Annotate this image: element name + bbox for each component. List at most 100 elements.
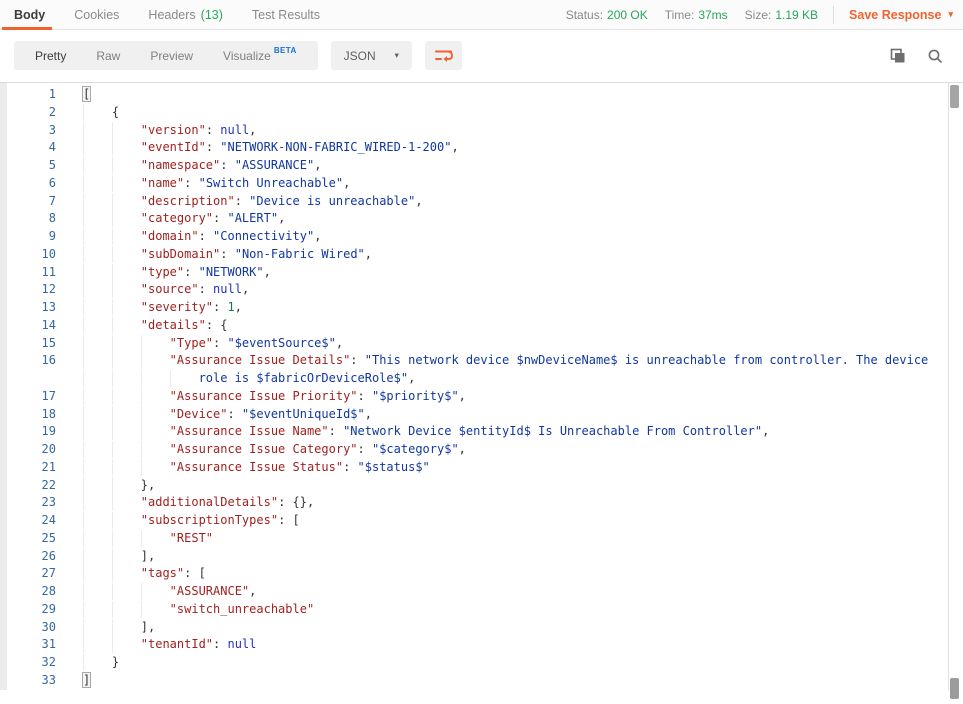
code-line[interactable]: 17"Assurance Issue Priority": "$priority… [7, 388, 947, 406]
code-line[interactable]: 16"Assurance Issue Details": "This netwo… [7, 352, 947, 370]
code-text: "Device": "$eventUniqueId$", [69, 406, 372, 424]
code-text: "Assurance Issue Priority": "$priority$"… [69, 388, 466, 406]
tab-cookies[interactable]: Cookies [74, 0, 119, 29]
wrap-lines-button[interactable] [425, 41, 462, 70]
code-line[interactable]: role is $fabricOrDeviceRole$", [7, 370, 947, 388]
line-number: 30 [7, 619, 69, 637]
indent-guide [141, 583, 170, 600]
indent-guide [112, 530, 141, 547]
code-line[interactable]: 10"subDomain": "Non-Fabric Wired", [7, 246, 947, 264]
code-line[interactable]: 32} [7, 654, 947, 672]
copy-icon [890, 48, 906, 64]
indent-guide [112, 335, 141, 352]
headers-count-badge: (13) [201, 8, 223, 22]
tab-test-results[interactable]: Test Results [252, 0, 320, 29]
line-number: 29 [7, 601, 69, 619]
code-text: "Type": "$eventSource$", [69, 335, 343, 353]
line-number: 24 [7, 512, 69, 530]
search-button[interactable] [927, 48, 943, 64]
code-line[interactable]: 20"Assurance Issue Category": "$category… [7, 441, 947, 459]
tab-headers[interactable]: Headers (13) [148, 0, 222, 29]
code-line[interactable]: 25"REST" [7, 530, 947, 548]
code-text: "REST" [69, 530, 213, 548]
code-line[interactable]: 2{ [7, 104, 947, 122]
indent-guide [112, 157, 141, 174]
view-visualize-button[interactable]: Visualize BETA [208, 41, 312, 70]
size-pair: Size: 1.19 KB [745, 8, 818, 22]
code-line[interactable]: 15"Type": "$eventSource$", [7, 335, 947, 353]
meta-divider [833, 6, 834, 24]
vertical-scrollbar-thumb[interactable] [950, 85, 959, 108]
code-line[interactable]: 21"Assurance Issue Status": "$status$" [7, 459, 947, 477]
tab-cookies-label: Cookies [74, 8, 119, 22]
response-tabs: Body Cookies Headers (13) Test Results [14, 0, 320, 29]
code-line[interactable]: 23"additionalDetails": {}, [7, 494, 947, 512]
copy-button[interactable] [890, 48, 906, 64]
language-dropdown[interactable]: JSON ▾ [331, 41, 412, 70]
code-line[interactable]: 9"domain": "Connectivity", [7, 228, 947, 246]
response-body-editor[interactable]: 1[2{3"version": null,4"eventId": "NETWOR… [0, 82, 963, 690]
code-line[interactable]: 19"Assurance Issue Name": "Network Devic… [7, 423, 947, 441]
code-line[interactable]: 3"version": null, [7, 122, 947, 140]
code-line[interactable]: 7"description": "Device is unreachable", [7, 193, 947, 211]
caret-down-icon: ▾ [948, 9, 953, 20]
line-number: 3 [7, 122, 69, 140]
code-line[interactable]: 6"name": "Switch Unreachable", [7, 175, 947, 193]
code-text: "tenantId": null [69, 636, 256, 654]
tab-body[interactable]: Body [14, 0, 45, 29]
indent-guide [141, 352, 170, 369]
code-text: "subscriptionTypes": [ [69, 512, 300, 530]
indent-guide [83, 335, 112, 352]
code-text: ] [69, 672, 90, 690]
code-line[interactable]: 5"namespace": "ASSURANCE", [7, 157, 947, 175]
line-number: 6 [7, 175, 69, 193]
editor-left-gutter-strip [0, 83, 7, 690]
code-line[interactable]: 11"type": "NETWORK", [7, 264, 947, 282]
code-line[interactable]: 27"tags": [ [7, 565, 947, 583]
code-line[interactable]: 33] [7, 672, 947, 690]
outer-scrollbar-thumb[interactable] [950, 678, 959, 699]
tab-body-label: Body [14, 8, 45, 22]
line-number: 32 [7, 654, 69, 672]
indent-guide [83, 157, 112, 174]
code-lines: 1[2{3"version": null,4"eventId": "NETWOR… [7, 86, 947, 690]
code-line[interactable]: 26], [7, 548, 947, 566]
code-line[interactable]: 31"tenantId": null [7, 636, 947, 654]
indent-guide [112, 228, 141, 245]
line-number: 17 [7, 388, 69, 406]
code-line[interactable]: 24"subscriptionTypes": [ [7, 512, 947, 530]
view-raw-button[interactable]: Raw [81, 41, 135, 70]
indent-guide [170, 370, 199, 387]
view-visualize-label: Visualize [223, 49, 271, 63]
code-text: ], [69, 548, 155, 566]
code-line[interactable]: 4"eventId": "NETWORK-NON-FABRIC_WIRED-1-… [7, 139, 947, 157]
status-label: Status: [566, 8, 603, 22]
line-number: 33 [7, 672, 69, 690]
tab-headers-label: Headers [148, 8, 195, 22]
code-text: "additionalDetails": {}, [69, 494, 314, 512]
indent-guide [112, 281, 141, 298]
code-line[interactable]: 29"switch_unreachable" [7, 601, 947, 619]
code-line[interactable]: 8"category": "ALERT", [7, 210, 947, 228]
code-text: { [69, 104, 119, 122]
line-number: 21 [7, 459, 69, 477]
code-text: "subDomain": "Non-Fabric Wired", [69, 246, 372, 264]
code-text: "Assurance Issue Category": "$category$"… [69, 441, 466, 459]
indent-guide [83, 228, 112, 245]
code-line[interactable]: 18"Device": "$eventUniqueId$", [7, 406, 947, 424]
code-line[interactable]: 28"ASSURANCE", [7, 583, 947, 601]
code-line[interactable]: 30], [7, 619, 947, 637]
toolbar-right-icons [890, 48, 947, 64]
code-line[interactable]: 22}, [7, 477, 947, 495]
view-pretty-button[interactable]: Pretty [20, 41, 81, 70]
view-preview-button[interactable]: Preview [135, 41, 208, 70]
code-line[interactable]: 13"severity": 1, [7, 299, 947, 317]
save-response-button[interactable]: Save Response ▾ [849, 8, 953, 22]
indent-guide [83, 139, 112, 156]
code-line[interactable]: 1[ [7, 86, 947, 104]
code-line[interactable]: 14"details": { [7, 317, 947, 335]
code-line[interactable]: 12"source": null, [7, 281, 947, 299]
indent-guide [112, 565, 141, 582]
code-text: "description": "Device is unreachable", [69, 193, 423, 211]
indent-guide [141, 388, 170, 405]
